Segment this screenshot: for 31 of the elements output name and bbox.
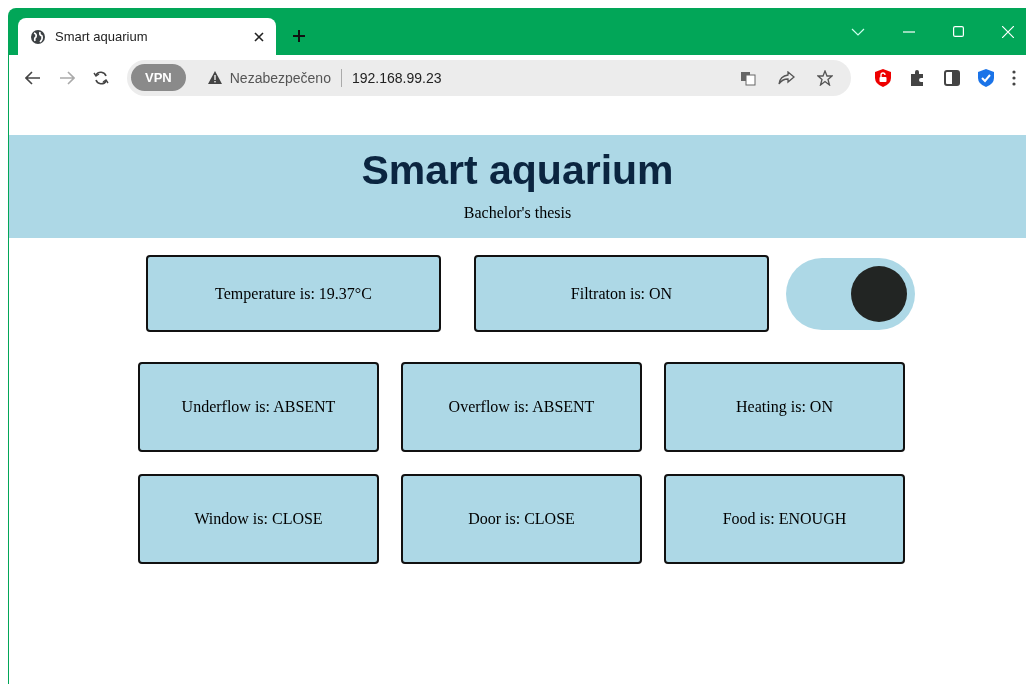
status-card: Door is: CLOSE	[401, 474, 642, 564]
close-icon[interactable]	[254, 31, 264, 42]
url-text: 192.168.99.23	[351, 69, 442, 86]
shield-check-icon[interactable]	[978, 68, 994, 87]
page-title: Smart aquarium	[360, 147, 675, 194]
status-card: Heating is: ON	[664, 362, 905, 452]
back-icon[interactable]	[25, 70, 41, 85]
globe-icon	[30, 28, 46, 45]
tab-title: Smart aquarium	[55, 29, 149, 44]
shield-lock-icon[interactable]	[875, 68, 891, 87]
status-card: Filtraton is: ON	[474, 255, 769, 332]
side-panel-icon[interactable]	[944, 69, 960, 86]
status-card: Window is: CLOSE	[138, 474, 379, 564]
new-tab-icon[interactable]	[292, 29, 306, 43]
status-card: Underflow is: ABSENT	[138, 362, 379, 452]
status-card: Food is: ENOUGH	[664, 474, 905, 564]
warning-icon	[207, 71, 222, 84]
security-label: Nezabezpečeno	[229, 69, 331, 86]
browser-tab[interactable]: Smart aquarium	[18, 18, 276, 55]
reload-icon[interactable]	[93, 69, 109, 86]
status-card: Overflow is: ABSENT	[401, 362, 642, 452]
menu-icon[interactable]	[1012, 69, 1016, 86]
page-subtitle: Bachelor's thesis	[462, 204, 573, 222]
maximize-icon[interactable]	[953, 26, 964, 37]
translate-icon[interactable]	[740, 69, 756, 86]
share-icon[interactable]	[778, 70, 795, 85]
chevron-down-icon[interactable]	[851, 27, 865, 36]
star-icon[interactable]	[817, 69, 833, 86]
status-card: Temperature is: 19.37°C	[146, 255, 441, 332]
puzzle-icon[interactable]	[909, 69, 926, 86]
address-bar[interactable]: VPN Nezabezpečeno 192.168.99.23	[127, 59, 851, 96]
